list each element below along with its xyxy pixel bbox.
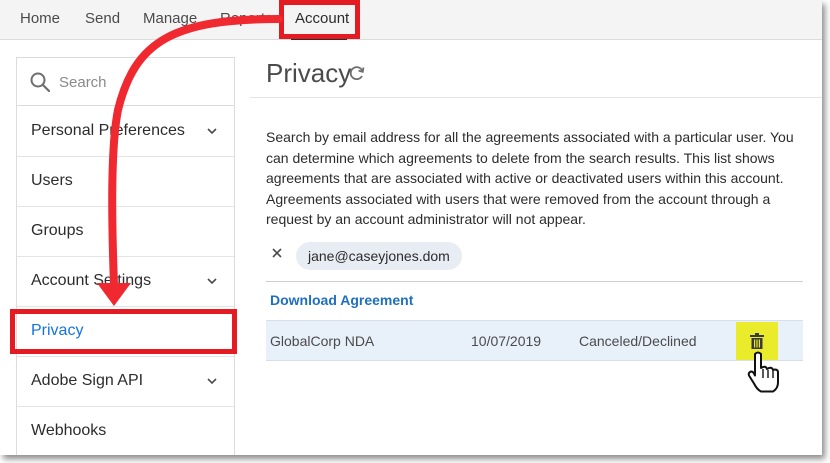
- privacy-description: Search by email address for all the agre…: [266, 129, 794, 227]
- divider: [250, 97, 822, 98]
- chevron-down-icon: [207, 278, 217, 285]
- sidebar-item-groups[interactable]: Groups: [17, 207, 234, 257]
- close-icon[interactable]: [271, 247, 283, 259]
- sidebar: Search Personal Preferences Users Groups…: [16, 57, 235, 455]
- sidebar-item-webhooks[interactable]: Webhooks: [17, 407, 234, 455]
- agreement-name: GlobalCorp NDA: [270, 333, 375, 349]
- nav-manage[interactable]: Manage: [143, 10, 197, 27]
- privacy-callout-box: [10, 309, 237, 354]
- top-navigation: Home Send Manage Reports Account: [0, 0, 822, 40]
- sidebar-item-label: Groups: [31, 222, 84, 239]
- sidebar-item-label: Adobe Sign API: [31, 372, 144, 389]
- divider: [266, 281, 803, 282]
- agreement-status: Canceled/Declined: [579, 333, 697, 349]
- sidebar-item-label: Account Settings: [31, 272, 152, 289]
- sidebar-item-label: Users: [31, 172, 73, 189]
- sidebar-item-users[interactable]: Users: [17, 157, 234, 207]
- sidebar-item-personal-preferences[interactable]: Personal Preferences: [17, 107, 234, 157]
- search-icon: [30, 72, 50, 92]
- page-title: Privacy: [266, 58, 352, 88]
- email-search-chip[interactable]: jane@caseyjones.dom: [296, 242, 462, 270]
- hand-cursor-icon: [747, 351, 779, 393]
- download-agreement-link[interactable]: Download Agreement: [270, 292, 413, 308]
- refresh-icon[interactable]: [348, 64, 366, 82]
- search-placeholder: Search: [59, 74, 107, 91]
- table-row[interactable]: GlobalCorp NDA 10/07/2019 Canceled/Decli…: [266, 320, 803, 361]
- sidebar-item-account-settings[interactable]: Account Settings: [17, 257, 234, 307]
- chevron-down-icon: [207, 128, 217, 135]
- sidebar-item-label: Webhooks: [31, 422, 107, 439]
- sidebar-item-adobe-sign-api[interactable]: Adobe Sign API: [17, 357, 234, 407]
- agreement-date: 10/07/2019: [471, 333, 542, 349]
- nav-home[interactable]: Home: [20, 10, 60, 27]
- sidebar-search[interactable]: Search: [17, 58, 234, 106]
- chevron-down-icon: [207, 378, 217, 385]
- trash-icon: [750, 333, 764, 349]
- nav-send[interactable]: Send: [85, 10, 120, 27]
- app-window: Home Send Manage Reports Account Search …: [0, 0, 822, 455]
- sidebar-item-label: Personal Preferences: [31, 122, 185, 139]
- account-callout-box: [279, 0, 360, 39]
- nav-reports[interactable]: Reports: [220, 10, 273, 27]
